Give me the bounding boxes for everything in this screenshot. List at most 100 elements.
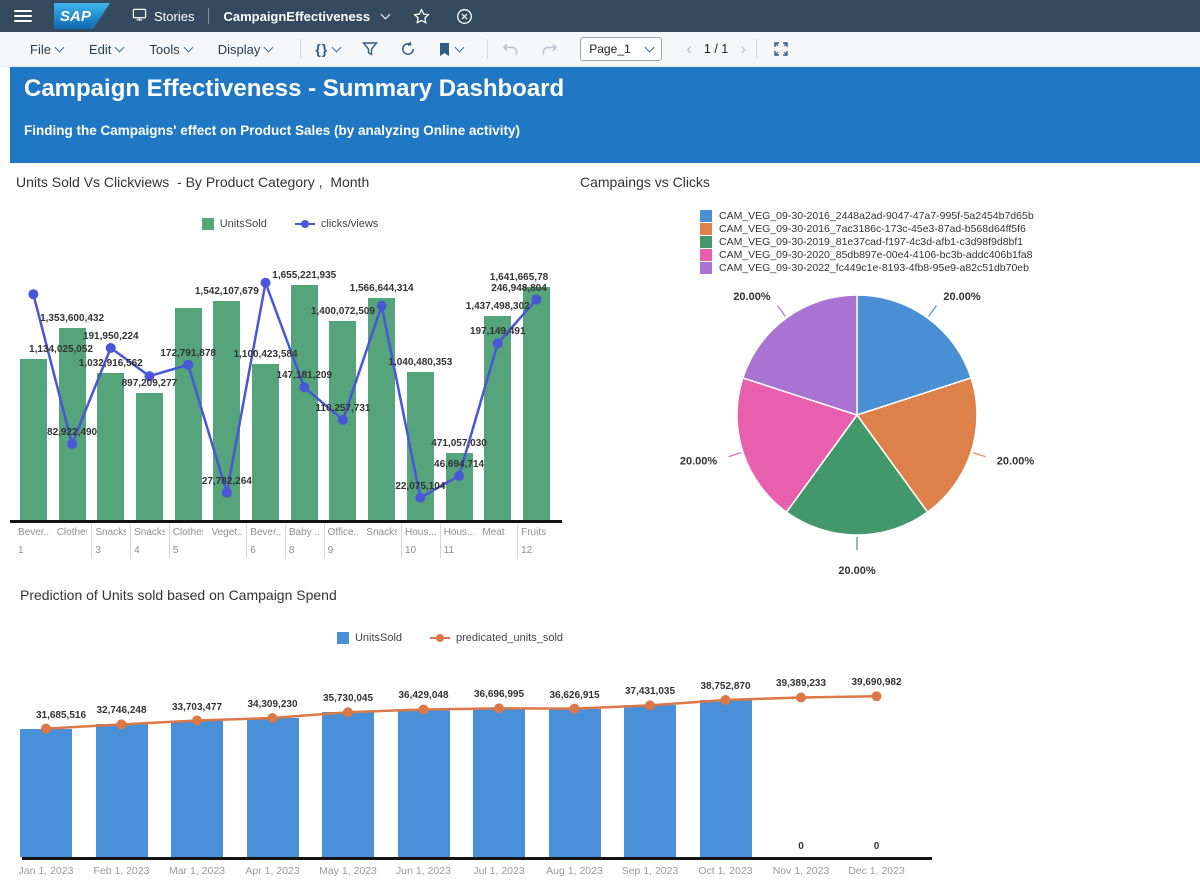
chart-units-vs-clickviews: Units Sold Vs Clickviews - By Product Ca… (10, 166, 570, 570)
next-page-icon[interactable]: › (732, 39, 754, 59)
line-data-label: 191,950,224 (56, 331, 166, 342)
line-point[interactable] (415, 493, 425, 503)
line-data-label: 27,782,264 (172, 476, 282, 487)
pie-label-leader (778, 306, 786, 317)
line-point[interactable] (183, 360, 193, 370)
line-data-label: 147,181,209 (249, 370, 359, 381)
line-point[interactable] (117, 719, 127, 729)
favorite-star-icon[interactable] (413, 8, 430, 25)
bar-data-label: 897,209,277 (94, 378, 204, 389)
line-point[interactable] (872, 691, 882, 701)
bar-data-label: 1,437,498,302 (443, 301, 553, 312)
line-point[interactable] (343, 707, 353, 717)
document-title: CampaignEffectiveness (223, 9, 370, 24)
bar-data-label: 0 (771, 841, 831, 852)
menu-file-label: File (30, 42, 51, 57)
hamburger-menu-icon[interactable] (14, 10, 32, 22)
bar-data-label: 1,040,480,353 (365, 357, 475, 368)
close-circle-icon[interactable] (456, 8, 473, 25)
sap-logo: SAP (54, 3, 110, 29)
line-point[interactable] (645, 700, 655, 710)
pie-label-leader (929, 306, 937, 317)
line-point[interactable] (419, 704, 429, 714)
stories-nav[interactable]: Stories (132, 7, 194, 25)
bar-data-label: 1,655,221,935 (249, 270, 359, 281)
pie-layer: 20.00%20.00%20.00%20.00%20.00% (580, 166, 1198, 578)
menu-display-label: Display (218, 42, 261, 57)
toolbar-divider (756, 39, 757, 59)
line-point[interactable] (494, 703, 504, 713)
shell-bar: SAP Stories CampaignEffectiveness (0, 0, 1200, 32)
menu-file[interactable]: File (30, 42, 63, 57)
pie-percentage-label: 20.00% (733, 291, 771, 303)
pie-percentage-label: 20.00% (943, 291, 981, 303)
line-layer (10, 580, 1198, 882)
bar-data-label: 1,400,072,509 (288, 306, 398, 317)
prev-page-icon[interactable]: ‹ (678, 39, 700, 59)
document-title-menu[interactable]: CampaignEffectiveness (223, 9, 389, 24)
menu-tools-label: Tools (149, 42, 179, 57)
shell-divider (208, 8, 209, 24)
line-point[interactable] (493, 338, 503, 348)
stories-label: Stories (154, 9, 194, 24)
refresh-icon[interactable] (400, 41, 416, 57)
line-point[interactable] (570, 704, 580, 714)
pie-label-leader (973, 453, 985, 457)
bar-data-label: 1,032,916,562 (56, 358, 166, 369)
menu-edit[interactable]: Edit (89, 42, 123, 57)
bar-data-label: 1,353,600,432 (17, 313, 127, 324)
bar-data-label: 1,134,025,052 (10, 344, 116, 355)
chevron-down-icon (381, 10, 391, 20)
sac-story-window: SAP Stories CampaignEffectiveness (0, 0, 1200, 882)
line-data-label: 22,075,104 (365, 481, 475, 492)
page-selector[interactable]: Page_1 (580, 37, 662, 61)
pie-percentage-label: 20.00% (997, 455, 1035, 467)
chart-campaigns-vs-clicks: Campaings vs Clicks CAM_VEG_09-30-2016_2… (580, 166, 1198, 578)
chart-prediction-units-sold: Prediction of Units sold based on Campai… (10, 580, 1198, 882)
filter-icon[interactable] (362, 41, 378, 57)
chevron-down-icon (332, 43, 342, 53)
pie-percentage-label: 20.00% (838, 565, 876, 577)
fullscreen-icon[interactable] (773, 41, 789, 57)
bar-data-label: 1,641,665,78 (464, 272, 570, 283)
line-point[interactable] (41, 724, 51, 734)
line-data-label: 110,257,731 (288, 403, 398, 414)
undo-icon[interactable] (502, 42, 519, 57)
bar-data-label: 1,566,644,314 (327, 283, 437, 294)
line-point[interactable] (338, 415, 348, 425)
line-point[interactable] (222, 488, 232, 498)
bookmark-menu[interactable] (438, 42, 463, 57)
x-axis-line (10, 520, 562, 523)
line-point[interactable] (67, 439, 77, 449)
line-point[interactable] (721, 695, 731, 705)
chevron-down-icon (183, 43, 193, 53)
chevron-down-icon (264, 43, 274, 53)
bar-data-label: 1,100,423,584 (211, 349, 321, 360)
page-count: 1 / 1 (700, 42, 732, 56)
pie-label-leader (729, 453, 741, 457)
line-point[interactable] (299, 382, 309, 392)
bar-data-label: 0 (847, 841, 907, 852)
line-data-label: 39,690,982 (822, 677, 932, 688)
line-point[interactable] (192, 716, 202, 726)
menu-tools[interactable]: Tools (149, 42, 191, 57)
line-point[interactable] (454, 471, 464, 481)
controls-menu[interactable]: {} (315, 41, 340, 57)
chevron-down-icon (645, 43, 655, 53)
stories-icon (132, 7, 147, 25)
line-point[interactable] (28, 289, 38, 299)
chevron-down-icon (55, 43, 65, 53)
line-data-label: 246,948,804 (464, 283, 570, 294)
line-point[interactable] (796, 692, 806, 702)
story-toolbar: File Edit Tools Display {} (0, 32, 1200, 67)
line-data-label: 197,149,491 (443, 326, 553, 337)
x-axis-line (22, 857, 932, 860)
menu-display[interactable]: Display (218, 42, 273, 57)
menu-edit-label: Edit (89, 42, 111, 57)
chevron-down-icon (455, 43, 465, 53)
story-header-banner: Campaign Effectiveness - Summary Dashboa… (10, 67, 1200, 163)
line-point[interactable] (268, 713, 278, 723)
line-data-label: 82,922,490 (17, 427, 127, 438)
dashboard-subtitle: Finding the Campaigns' effect on Product… (10, 103, 1200, 138)
redo-icon[interactable] (541, 42, 558, 57)
